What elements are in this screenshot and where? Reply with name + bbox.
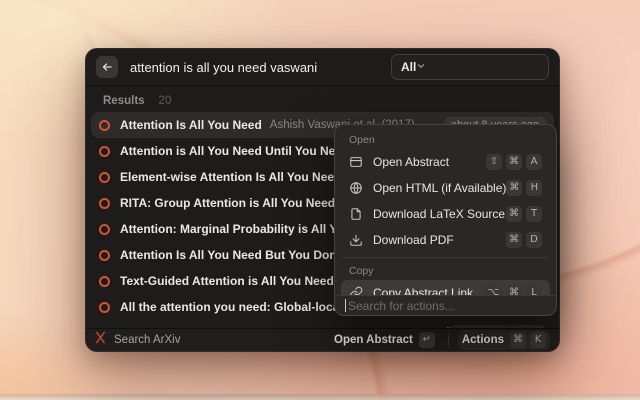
- shortcut-keycap: ⌘: [506, 232, 522, 248]
- footer-app-name: Search ArXiv: [114, 334, 180, 346]
- shortcut-keycap: T: [526, 206, 542, 222]
- menu-item[interactable]: Open HTML (if Available)⌘H: [341, 175, 550, 201]
- circle-ring-icon: [99, 120, 110, 131]
- footer-actions: Open Abstract ↵ Actions ⌘K: [330, 330, 550, 350]
- search-input[interactable]: attention is all you need vaswani: [130, 60, 391, 75]
- shortcut-keycap: L: [526, 285, 542, 295]
- circle-ring-icon: [99, 302, 110, 313]
- shortcut-keycap: ⌘: [510, 332, 526, 348]
- shortcut-keycap: D: [526, 232, 542, 248]
- menu-item-keycaps: ⇧⌘A: [486, 154, 542, 170]
- shortcut-keycap: ⌘: [506, 154, 522, 170]
- menu-item-keycaps: ⌥ ⌘ L: [484, 285, 542, 295]
- shortcut-keycap: H: [526, 180, 542, 196]
- back-button[interactable]: [96, 56, 118, 78]
- menu-item-label: Open Abstract: [373, 155, 449, 169]
- shortcut-keycap: K: [530, 332, 546, 348]
- menu-item-label: Copy Abstract Link: [373, 286, 473, 295]
- wallpaper-bottom-strip: [0, 394, 640, 400]
- chevron-down-icon: [416, 58, 426, 76]
- menu-item-label: Download PDF: [373, 233, 454, 247]
- actions-keycaps: ⌘K: [510, 332, 546, 348]
- arxiv-logo-icon: [95, 331, 106, 349]
- menu-item[interactable]: Copy Abstract Link ⌥ ⌘ L: [341, 280, 550, 295]
- circle-ring-icon: [99, 198, 110, 209]
- circle-ring-icon: [99, 250, 110, 261]
- raycast-window: attention is all you need vaswani All Re…: [85, 48, 560, 352]
- action-search-field[interactable]: Search for actions...: [335, 295, 556, 315]
- menu-item[interactable]: Download PDF ⌘D: [341, 227, 550, 253]
- menu-item[interactable]: Open Abstract ⇧⌘A: [341, 149, 550, 175]
- footer-divider: [448, 334, 449, 346]
- filter-dropdown-value: All: [401, 60, 416, 74]
- return-keycap: ↵: [419, 332, 435, 348]
- globe-icon: [349, 181, 363, 195]
- shortcut-keycap: A: [526, 154, 542, 170]
- desktop-wallpaper: attention is all you need vaswani All Re…: [0, 0, 640, 400]
- action-menu-panel: OpenOpen Abstract⇧⌘AOpen HTML (if Availa…: [334, 124, 557, 316]
- text-caret: [345, 299, 346, 312]
- menu-item-keycaps: ⌘T: [506, 206, 542, 222]
- search-header: attention is all you need vaswani All: [86, 49, 559, 86]
- action-menu-list: OpenOpen Abstract⇧⌘AOpen HTML (if Availa…: [335, 125, 556, 295]
- result-title: Attention Is All You Need: [120, 118, 262, 132]
- menu-item-label: Download LaTeX Source: [373, 207, 505, 221]
- shortcut-keycap: ⌥: [484, 285, 502, 295]
- shortcut-keycap: ⌘: [506, 180, 522, 196]
- results-count: 20: [159, 95, 172, 107]
- menu-item-keycaps: ⌘D: [506, 232, 542, 248]
- footer-app: Search ArXiv: [95, 331, 180, 349]
- filter-dropdown[interactable]: All: [391, 54, 549, 80]
- results-label: Results: [103, 95, 145, 107]
- circle-ring-icon: [99, 276, 110, 287]
- circle-ring-icon: [99, 172, 110, 183]
- shortcut-keycap: ⌘: [506, 285, 522, 295]
- app-window-icon: [349, 155, 363, 169]
- primary-action-label: Open Abstract: [334, 334, 413, 346]
- menu-section-label: Open: [341, 131, 550, 149]
- link-icon: [349, 286, 363, 295]
- menu-item-keycaps: ⌘H: [506, 180, 542, 196]
- primary-action-button[interactable]: Open Abstract ↵: [330, 330, 439, 350]
- action-search-placeholder: Search for actions...: [348, 299, 455, 313]
- circle-ring-icon: [99, 146, 110, 157]
- menu-item[interactable]: Download LaTeX Source⌘T: [341, 201, 550, 227]
- footer-bar: Search ArXiv Open Abstract ↵ Actions ⌘K: [86, 328, 559, 351]
- download-icon: [349, 233, 363, 247]
- results-section-header: Results 20: [86, 90, 559, 112]
- menu-section-label: Copy: [341, 262, 550, 280]
- shortcut-keycap: ⌘: [506, 206, 522, 222]
- shortcut-keycap: ⇧: [486, 154, 502, 170]
- result-row[interactable]: Is Attention All What You Need? -- An Em…: [91, 320, 554, 328]
- actions-label: Actions: [462, 334, 504, 346]
- arrow-left-icon: [101, 61, 113, 73]
- menu-divider: [343, 257, 548, 258]
- file-icon: [349, 207, 363, 221]
- result-title: Element-wise Attention Is All You Need: [120, 170, 341, 184]
- menu-item-label: Open HTML (if Available): [373, 181, 506, 195]
- actions-button[interactable]: Actions ⌘K: [458, 330, 550, 350]
- circle-ring-icon: [99, 224, 110, 235]
